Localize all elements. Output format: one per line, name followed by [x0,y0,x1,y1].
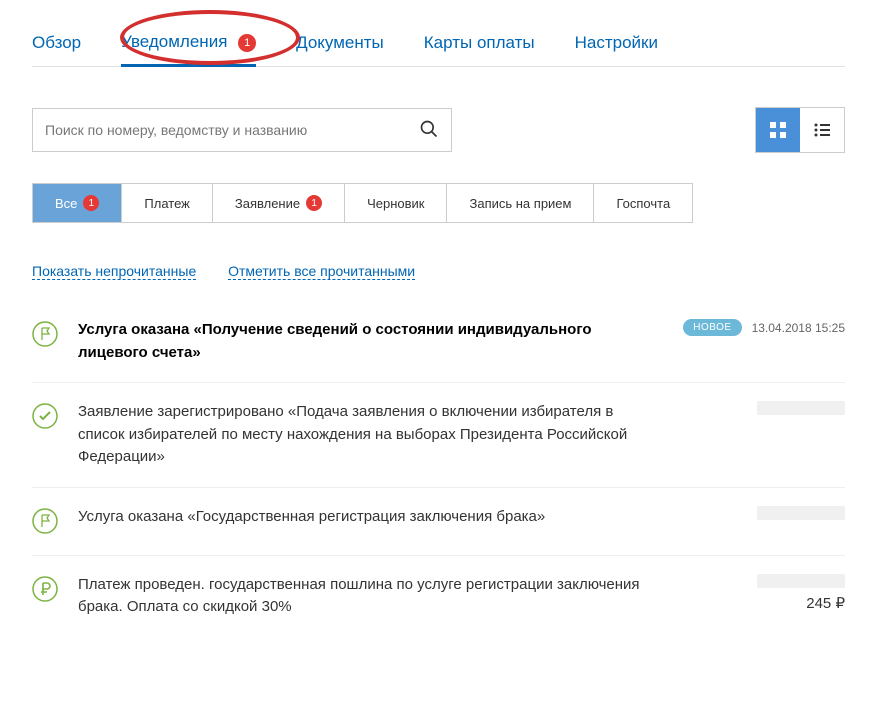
filter-appointment[interactable]: Запись на прием [447,184,594,222]
tab-payment-cards[interactable]: Карты оплаты [424,21,535,65]
view-list-button[interactable] [800,108,844,152]
tab-notifications-label: Уведомления [121,32,227,51]
show-unread-link[interactable]: Показать непрочитанные [32,263,196,280]
notification-item[interactable]: Услуга оказана «Государственная регистра… [32,488,845,556]
notification-item[interactable]: Платеж проведен. государственная пошлина… [32,556,845,637]
check-icon [32,401,78,432]
new-badge: НОВОЕ [683,319,741,336]
filter-all-badge: 1 [83,195,99,211]
notification-title: Платеж проведен. государственная пошлина… [78,574,645,619]
view-toggle [755,107,845,153]
view-grid-button[interactable] [756,108,800,152]
redacted-timestamp [757,506,845,520]
search-icon[interactable] [419,119,439,142]
flag-icon [32,506,78,537]
flag-icon [32,319,78,350]
notification-title: Заявление зарегистрировано «Подача заявл… [78,401,645,469]
search-input[interactable] [45,122,419,138]
main-tabs: Обзор Уведомления 1 Документы Карты опла… [32,20,845,67]
filter-all[interactable]: Все 1 [33,184,122,222]
notification-list: Услуга оказана «Получение сведений о сос… [32,319,845,637]
tab-settings[interactable]: Настройки [575,21,658,65]
search-box [32,108,452,152]
tab-documents[interactable]: Документы [296,21,384,65]
filter-tabs: Все 1 Платеж Заявление 1 Черновик Запись… [32,183,693,223]
notification-item[interactable]: Услуга оказана «Получение сведений о сос… [32,319,845,383]
filter-application-label: Заявление [235,196,300,211]
tab-overview[interactable]: Обзор [32,21,81,65]
tab-notifications[interactable]: Уведомления 1 [121,20,256,67]
notification-title: Услуга оказана «Получение сведений о сос… [78,319,645,364]
redacted-timestamp [757,574,845,588]
filter-payment[interactable]: Платеж [122,184,212,222]
filter-application-badge: 1 [306,195,322,211]
tab-notifications-badge: 1 [238,34,256,52]
ruble-icon [32,574,78,605]
notification-title: Услуга оказана «Государственная регистра… [78,506,645,529]
filter-draft[interactable]: Черновик [345,184,447,222]
notification-amount: 245 ₽ [806,594,845,612]
notification-timestamp: 13.04.2018 15:25 [752,321,845,335]
filter-all-label: Все [55,196,77,211]
filter-application[interactable]: Заявление 1 [213,184,345,222]
notification-item[interactable]: Заявление зарегистрировано «Подача заявл… [32,383,845,488]
mark-all-read-link[interactable]: Отметить все прочитанными [228,263,415,280]
filter-gospochta[interactable]: Госпочта [594,184,692,222]
redacted-timestamp [757,401,845,415]
